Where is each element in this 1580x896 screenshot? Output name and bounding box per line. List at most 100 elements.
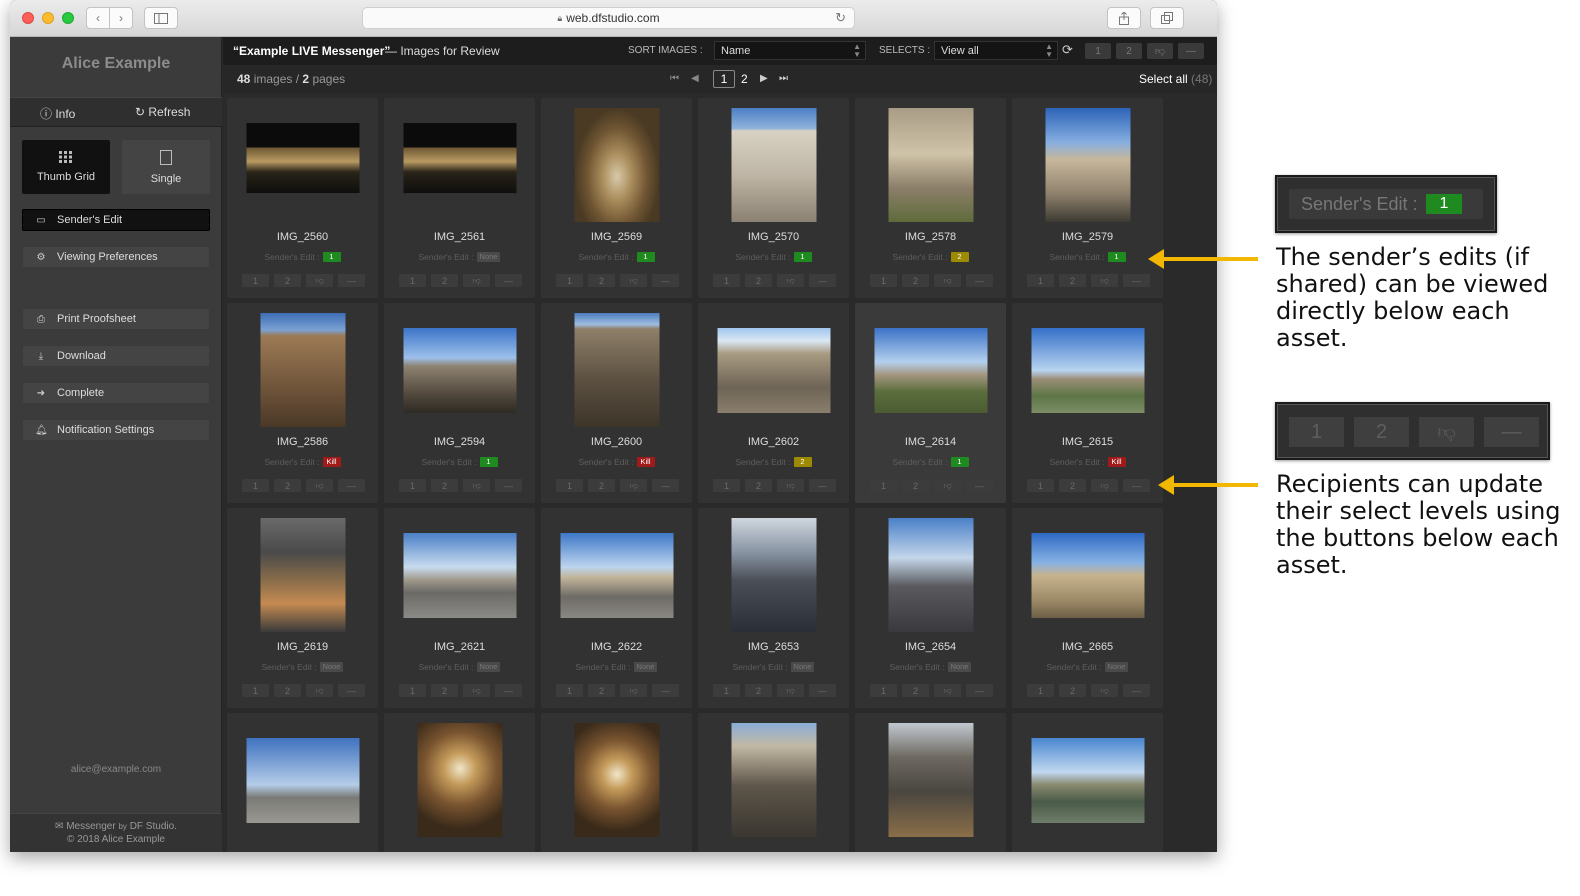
image-card[interactable]: IMG_2614 Sender's Edit :1 1 2 👎︎ — (855, 303, 1006, 503)
image-thumbnail[interactable] (874, 328, 987, 413)
select-2-button[interactable]: 2 (1059, 274, 1086, 287)
address-bar[interactable]: 🔒︎ web.dfstudio.com ↻ (362, 7, 855, 29)
select-1-button[interactable]: 1 (556, 479, 583, 492)
image-thumbnail[interactable] (888, 108, 973, 222)
select-1-button[interactable]: 1 (242, 274, 269, 287)
clear-select-button[interactable]: — (966, 274, 993, 287)
select-1-button[interactable]: 1 (713, 684, 740, 697)
thumbs-down-button[interactable]: 👎︎ (1091, 479, 1118, 492)
select-1-button[interactable]: 1 (556, 684, 583, 697)
back-button[interactable]: ‹ (86, 7, 110, 29)
thumbs-down-button[interactable]: 👎︎ (463, 684, 490, 697)
image-card[interactable] (384, 713, 535, 852)
page-1-button[interactable]: 1 (713, 70, 735, 88)
download-button[interactable]: ⤓ Download (22, 345, 210, 367)
clear-select-button[interactable]: — (809, 479, 836, 492)
image-thumbnail[interactable] (574, 723, 659, 837)
image-card[interactable]: IMG_2615 Sender's Edit : Kill 1 2 👎︎ — (1012, 303, 1163, 503)
thumbs-down-button[interactable]: 👎︎ (306, 274, 333, 287)
image-card[interactable]: IMG_2619 Sender's Edit : None 1 2 👎︎ — (227, 508, 378, 708)
select-1-button[interactable]: 1 (556, 274, 583, 287)
forward-button[interactable]: › (109, 7, 133, 29)
select-2-button[interactable]: 2 (431, 274, 458, 287)
image-thumbnail[interactable] (1045, 108, 1130, 222)
clear-select-button[interactable]: — (966, 479, 993, 492)
select-1-button[interactable]: 1 (713, 479, 740, 492)
thumbs-down-button[interactable]: 👎︎ (463, 479, 490, 492)
select-2-button[interactable]: 2 (588, 684, 615, 697)
refresh-button[interactable]: ↻ Refresh (135, 105, 190, 119)
thumbs-down-button[interactable]: 👎︎ (620, 684, 647, 697)
image-thumbnail[interactable] (260, 518, 345, 632)
thumbs-down-button[interactable]: 👎︎ (306, 684, 333, 697)
image-card[interactable] (855, 713, 1006, 852)
viewing-preferences-button[interactable]: ⚙ Viewing Preferences (22, 246, 210, 268)
thumbs-down-button[interactable]: 👎︎ (934, 684, 961, 697)
select-2-button[interactable]: 2 (902, 479, 929, 492)
clear-select-button[interactable]: — (338, 479, 365, 492)
clear-select-button[interactable]: — (1123, 479, 1150, 492)
close-window-button[interactable] (22, 12, 34, 24)
image-card[interactable]: IMG_2570 Sender's Edit :1 1 2 👎︎ — (698, 98, 849, 298)
reload-icon[interactable]: ↻ (835, 10, 846, 26)
select-2-button[interactable]: 2 (745, 274, 772, 287)
sidebar-toggle-button[interactable] (144, 7, 178, 29)
image-thumbnail[interactable] (1031, 533, 1144, 618)
image-thumbnail[interactable] (888, 723, 973, 837)
image-thumbnail[interactable] (731, 108, 816, 222)
image-card[interactable] (541, 713, 692, 852)
clear-select-button[interactable]: — (809, 274, 836, 287)
image-card[interactable]: IMG_2653 Sender's Edit : None 1 2 👎︎ — (698, 508, 849, 708)
image-card[interactable]: IMG_2586 Sender's Edit : Kill 1 2 👎︎ — (227, 303, 378, 503)
image-card[interactable]: IMG_2594 Sender's Edit :1 1 2 👎︎ — (384, 303, 535, 503)
image-thumbnail[interactable] (1031, 738, 1144, 823)
clear-select-button[interactable]: — (338, 684, 365, 697)
image-thumbnail[interactable] (731, 723, 816, 837)
image-card[interactable]: IMG_2578 Sender's Edit :2 1 2 👎︎ — (855, 98, 1006, 298)
next-page-icon[interactable]: ▶ (760, 73, 768, 84)
image-thumbnail[interactable] (403, 533, 516, 618)
select-2-button[interactable]: 2 (745, 684, 772, 697)
prev-page-icon[interactable]: ◀ (691, 73, 699, 84)
select-1-button[interactable]: 1 (399, 479, 426, 492)
clear-select-button[interactable]: — (652, 274, 679, 287)
last-page-icon[interactable]: ⏭ (779, 73, 788, 84)
image-card[interactable]: IMG_2561 Sender's Edit : None 1 2 👎︎ — (384, 98, 535, 298)
select-2-button[interactable]: 2 (1059, 479, 1086, 492)
thumb-grid-button[interactable]: Thumb Grid (22, 140, 110, 194)
bulk-select-2-button[interactable]: 2 (1116, 43, 1142, 59)
image-card[interactable] (698, 713, 849, 852)
select-2-button[interactable]: 2 (588, 479, 615, 492)
select-1-button[interactable]: 1 (870, 684, 897, 697)
image-thumbnail[interactable] (246, 123, 359, 193)
select-1-button[interactable]: 1 (1027, 479, 1054, 492)
clear-select-button[interactable]: — (1123, 274, 1150, 287)
select-1-button[interactable]: 1 (1027, 684, 1054, 697)
select-1-button[interactable]: 1 (1027, 274, 1054, 287)
image-thumbnail[interactable] (403, 123, 516, 193)
image-card[interactable] (227, 713, 378, 852)
select-1-button[interactable]: 1 (242, 479, 269, 492)
page-2-button[interactable]: 2 (741, 72, 748, 86)
bulk-thumbs-down-button[interactable]: 👎︎ (1147, 43, 1173, 59)
select-1-button[interactable]: 1 (713, 274, 740, 287)
selects-filter[interactable]: View all ▲ ▼ (934, 41, 1058, 60)
image-card[interactable]: IMG_2569 Sender's Edit :1 1 2 👎︎ — (541, 98, 692, 298)
image-thumbnail[interactable] (574, 313, 659, 427)
image-card[interactable]: IMG_2654 Sender's Edit : None 1 2 👎︎ — (855, 508, 1006, 708)
clear-select-button[interactable]: — (495, 479, 522, 492)
image-thumbnail[interactable] (731, 518, 816, 632)
print-proofsheet-button[interactable]: ⎙ Print Proofsheet (22, 308, 210, 330)
thumbs-down-button[interactable]: 👎︎ (777, 274, 804, 287)
thumbs-down-button[interactable]: 👎︎ (777, 684, 804, 697)
select-2-button[interactable]: 2 (1059, 684, 1086, 697)
complete-button[interactable]: ➜ Complete (22, 382, 210, 404)
select-1-button[interactable]: 1 (870, 479, 897, 492)
image-card[interactable]: IMG_2600 Sender's Edit : Kill 1 2 👎︎ — (541, 303, 692, 503)
bulk-clear-button[interactable]: — (1178, 43, 1204, 59)
image-thumbnail[interactable] (417, 723, 502, 837)
image-card[interactable]: IMG_2665 Sender's Edit : None 1 2 👎︎ — (1012, 508, 1163, 708)
select-2-button[interactable]: 2 (902, 684, 929, 697)
select-2-button[interactable]: 2 (902, 274, 929, 287)
clear-select-button[interactable]: — (495, 684, 522, 697)
